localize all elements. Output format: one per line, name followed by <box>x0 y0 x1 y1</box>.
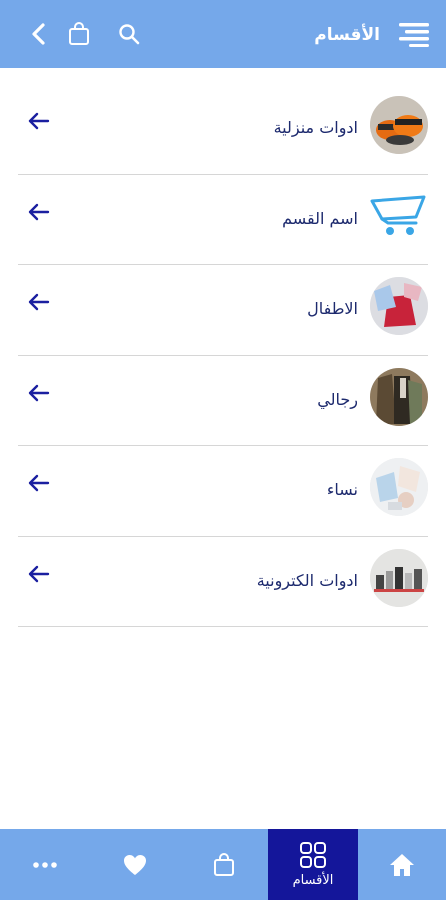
category-thumbnail-electronics <box>370 548 428 607</box>
list-item[interactable]: الاطفال <box>18 265 428 356</box>
arrow-left-icon[interactable] <box>26 470 52 496</box>
nav-categories[interactable]: الأقسام <box>268 829 358 900</box>
search-icon[interactable] <box>112 16 146 52</box>
arrow-left-icon[interactable] <box>26 289 52 315</box>
category-thumbnail-kids <box>370 277 428 335</box>
arrow-left-icon[interactable] <box>26 380 52 406</box>
category-label: ادوات الكترونية <box>256 570 358 590</box>
arrow-left-icon[interactable] <box>26 199 52 225</box>
category-thumbnail-home-tools <box>370 96 428 154</box>
category-label: ادوات منزلية <box>273 118 358 137</box>
shopping-bag-icon <box>214 852 234 876</box>
nav-home[interactable] <box>358 829 446 900</box>
heart-icon <box>124 854 146 875</box>
nav-more[interactable] <box>0 829 90 900</box>
category-label: الاطفال <box>307 299 358 318</box>
menu-icon[interactable] <box>394 14 434 54</box>
nav-cart[interactable] <box>180 829 268 900</box>
list-item[interactable]: ادوات منزلية <box>18 84 428 175</box>
page-title: الأقسام <box>314 25 380 45</box>
category-thumbnail-women <box>370 458 428 516</box>
nav-favorites[interactable] <box>90 829 180 900</box>
nav-categories-label: الأقسام <box>292 873 334 888</box>
list-item[interactable]: اسم القسم <box>18 175 428 265</box>
category-thumbnail-men <box>370 367 428 426</box>
bottom-navigation: الأقسام <box>0 829 446 900</box>
arrow-left-icon[interactable] <box>26 108 52 134</box>
list-item[interactable]: ادوات الكترونية <box>18 537 428 627</box>
back-chevron-icon[interactable] <box>22 16 56 52</box>
home-icon <box>390 853 414 876</box>
category-label: نساء <box>326 480 358 499</box>
top-app-bar: الأقسام <box>0 0 446 68</box>
arrow-left-icon[interactable] <box>26 561 52 587</box>
list-item[interactable]: رجالي <box>18 356 428 446</box>
category-list: ادوات منزلية اسم القسم الاطفال رجالي نسا… <box>0 84 446 627</box>
shopping-bag-icon[interactable] <box>62 16 96 52</box>
more-icon <box>33 861 57 868</box>
list-item[interactable]: نساء <box>18 446 428 537</box>
grid-icon <box>300 842 326 868</box>
cart-placeholder-icon <box>370 186 428 245</box>
category-label: رجالي <box>317 389 358 409</box>
category-label: اسم القسم <box>282 208 358 228</box>
